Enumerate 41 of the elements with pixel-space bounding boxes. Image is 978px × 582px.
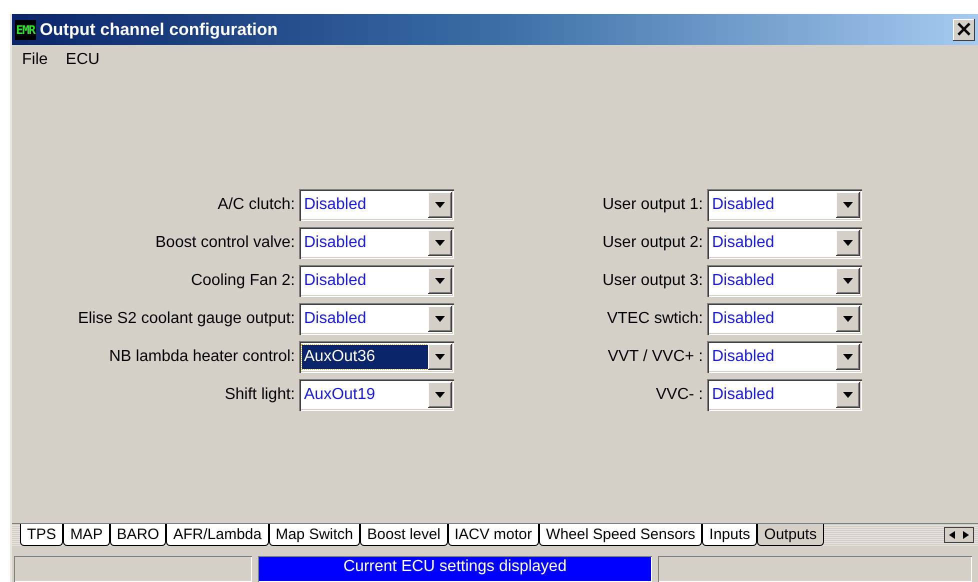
- field-label: VVC- :: [656, 386, 703, 404]
- dropdown[interactable]: AuxOut36: [299, 341, 454, 373]
- window-title: Output channel configuration: [40, 20, 279, 40]
- tab[interactable]: Wheel Speed Sensors: [539, 524, 702, 546]
- dropdown[interactable]: AuxOut19: [299, 379, 454, 411]
- tab[interactable]: Outputs: [757, 524, 824, 546]
- dropdown[interactable]: Disabled: [707, 303, 862, 335]
- field-label: Boost control valve:: [155, 234, 295, 252]
- dropdown[interactable]: Disabled: [707, 189, 862, 221]
- close-button[interactable]: ×: [953, 18, 975, 40]
- dropdown[interactable]: Disabled: [299, 227, 454, 259]
- field-label: VVT / VVC+ :: [608, 348, 703, 366]
- field-label: User output 2:: [602, 234, 703, 252]
- app-logo: EMR: [15, 20, 36, 40]
- tab[interactable]: IACV motor: [448, 524, 540, 546]
- dropdown[interactable]: Disabled: [299, 303, 454, 335]
- field-label: Shift light:: [224, 386, 295, 404]
- field-label: User output 3:: [602, 272, 703, 290]
- field-label: VTEC swtich:: [606, 310, 703, 328]
- dropdown[interactable]: Disabled: [299, 189, 454, 221]
- field-label: Elise S2 coolant gauge output:: [78, 310, 295, 328]
- tab[interactable]: TPS: [20, 524, 64, 546]
- dropdown[interactable]: Disabled: [707, 265, 862, 297]
- menu-item[interactable]: ECU: [66, 51, 100, 69]
- tab[interactable]: Inputs: [702, 524, 758, 546]
- field-label: User output 1:: [602, 196, 703, 214]
- dropdown[interactable]: Disabled: [299, 265, 454, 297]
- status-message: Current ECU settings displayed: [258, 556, 652, 582]
- tab[interactable]: MAP: [63, 524, 110, 546]
- tab-scroll-arrows-icon[interactable]: [944, 527, 974, 543]
- tab[interactable]: AFR/Lambda: [166, 524, 269, 546]
- dropdown[interactable]: Disabled: [707, 379, 862, 411]
- tab[interactable]: BARO: [110, 524, 166, 546]
- field-label: NB lambda heater control:: [109, 348, 295, 366]
- tab[interactable]: Boost level: [360, 524, 448, 546]
- field-label: A/C clutch:: [218, 196, 295, 214]
- dropdown[interactable]: Disabled: [707, 341, 862, 373]
- field-label: Cooling Fan 2:: [190, 272, 295, 290]
- dropdown[interactable]: Disabled: [707, 227, 862, 259]
- tab[interactable]: Map Switch: [268, 524, 360, 546]
- menu-item[interactable]: File: [22, 51, 48, 69]
